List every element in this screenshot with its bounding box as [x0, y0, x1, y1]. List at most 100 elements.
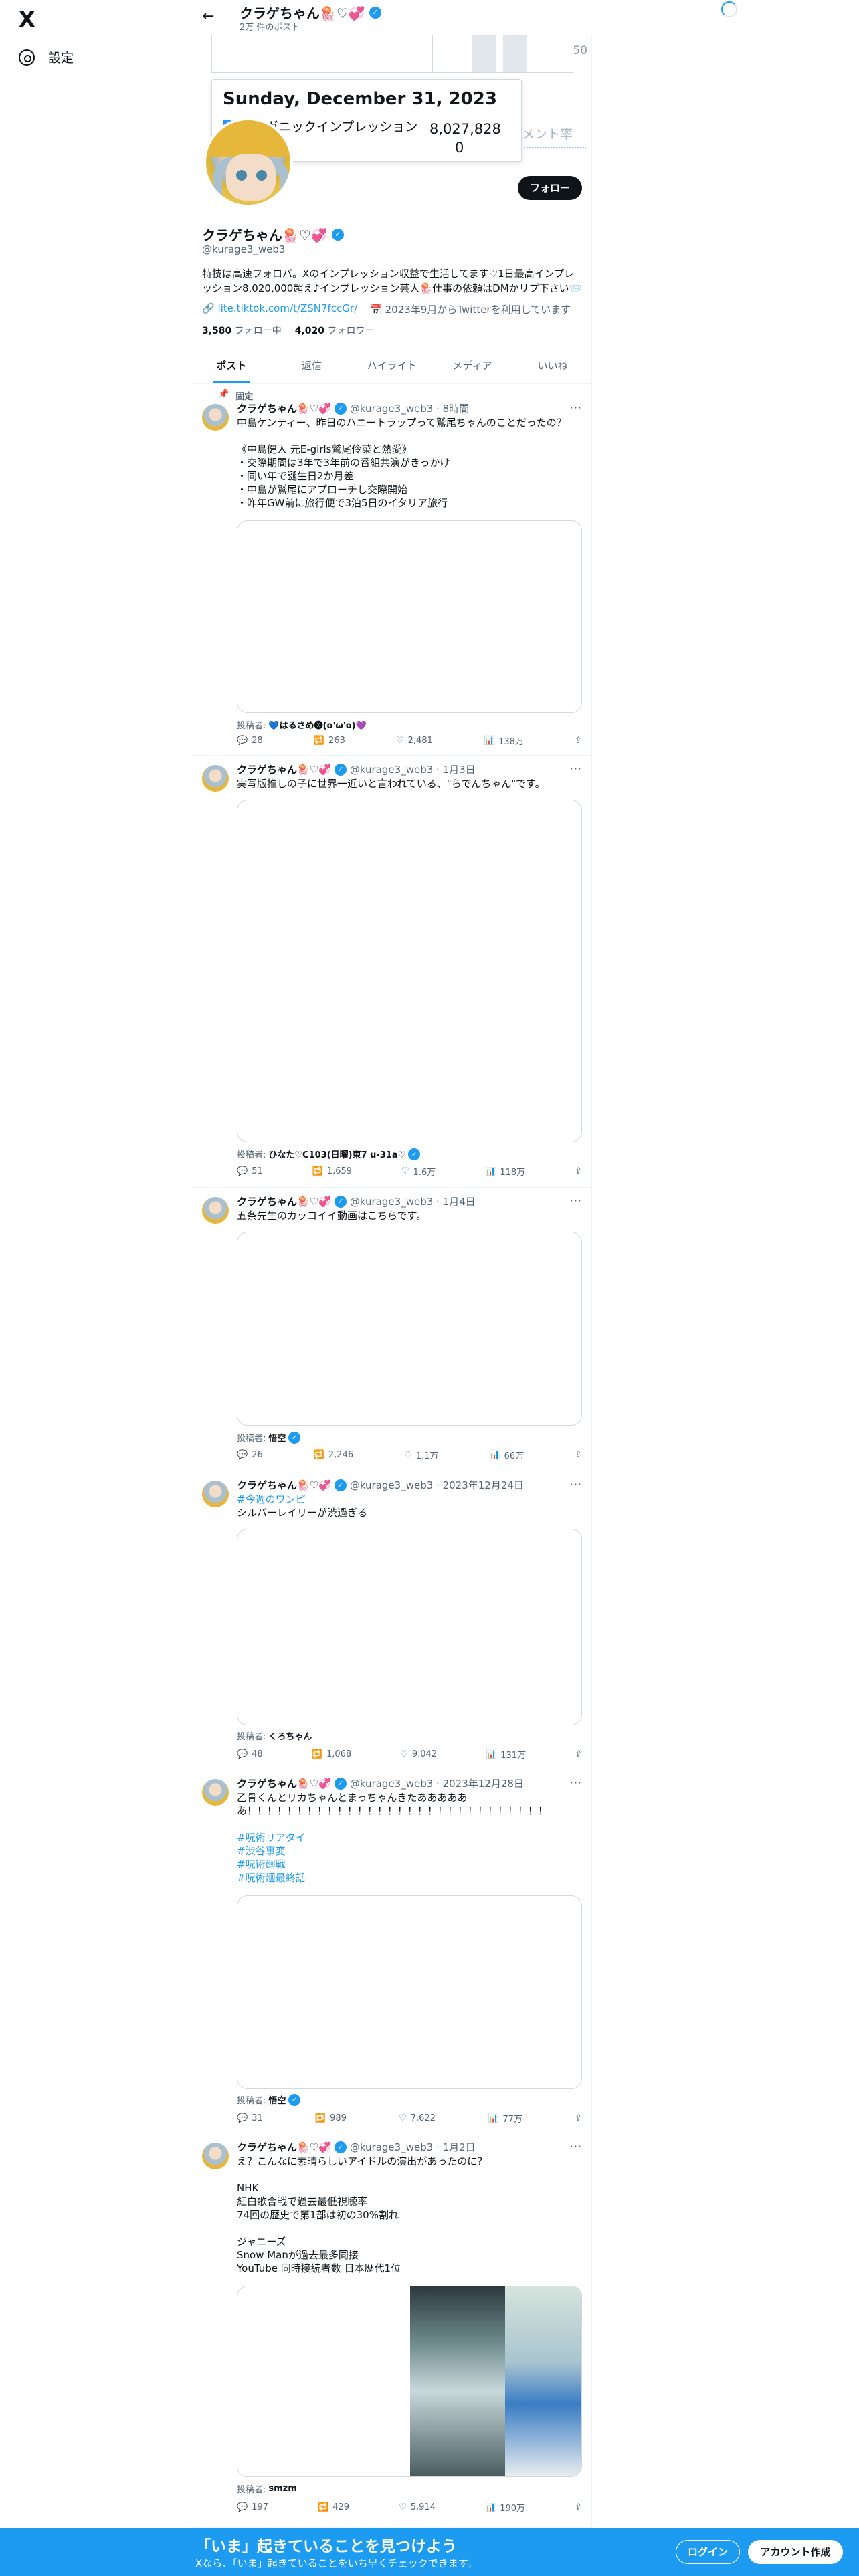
- tweet-avatar[interactable]: [202, 1779, 229, 1806]
- tab-posts[interactable]: ポスト: [191, 348, 272, 383]
- more-icon[interactable]: ···: [570, 1478, 582, 1491]
- follow-button[interactable]: フォロー: [518, 176, 582, 200]
- share-action[interactable]: ⇪: [575, 1448, 582, 1461]
- login-button[interactable]: ログイン: [676, 2540, 740, 2564]
- tweet-hashtag[interactable]: #呪術廻最終話: [237, 1871, 582, 1885]
- share-action[interactable]: ⇪: [575, 2501, 582, 2514]
- tab-likes[interactable]: いいね: [512, 348, 593, 383]
- more-icon[interactable]: ···: [570, 2140, 582, 2153]
- tweet-handle-time[interactable]: @kurage3_web3 · 1月4日: [350, 1194, 476, 1208]
- repost-icon: 🔁: [318, 2502, 329, 2512]
- profile-avatar[interactable]: [203, 118, 293, 207]
- credit-name[interactable]: ひなた♡C103(日曜)東7 u-31a♡: [268, 1148, 405, 1160]
- like-action[interactable]: ♡ 1.6万: [401, 1165, 436, 1178]
- tweet-author-name[interactable]: クラゲちゃん🪼♡💞: [237, 401, 331, 415]
- tab-media[interactable]: メディア: [432, 348, 512, 383]
- following-stat[interactable]: 3,580 フォロー中: [202, 324, 282, 337]
- tweet-author-name[interactable]: クラゲちゃん🪼♡💞: [237, 2140, 331, 2154]
- credit-name[interactable]: 悟空: [268, 1431, 286, 1444]
- verified-badge-icon: ✓: [288, 2093, 301, 2106]
- tweet[interactable]: クラゲちゃん🪼♡💞 ✓ @kurage3_web3 · 2023年12月24日 …: [191, 1471, 593, 1769]
- x-logo-icon[interactable]: X: [19, 8, 41, 31]
- tweet-handle-time[interactable]: @kurage3_web3 · 1月3日: [350, 762, 476, 776]
- tweet-media[interactable]: [237, 2286, 582, 2477]
- share-action[interactable]: ⇪: [575, 1748, 582, 1761]
- tweet-hashtag[interactable]: #渋谷事変: [237, 1844, 582, 1858]
- views-action[interactable]: 📊 118万: [485, 1165, 525, 1178]
- verified-badge-icon: ✓: [369, 6, 381, 19]
- tweet-handle-time[interactable]: @kurage3_web3 · 8時間: [350, 401, 469, 415]
- signup-button[interactable]: アカウント作成: [748, 2540, 843, 2564]
- tweet-hashtag[interactable]: #今週のワンピ: [237, 1493, 582, 1506]
- tweet-avatar[interactable]: [202, 404, 229, 431]
- tweet-avatar[interactable]: [202, 1197, 229, 1224]
- tweet-media[interactable]: [237, 1529, 582, 1725]
- tweet-author-name[interactable]: クラゲちゃん🪼♡💞: [237, 1776, 331, 1790]
- share-action[interactable]: ⇪: [575, 1165, 582, 1178]
- more-icon[interactable]: ···: [570, 401, 582, 414]
- tweet[interactable]: クラゲちゃん🪼♡💞 ✓ @kurage3_web3 · 1月4日 ··· 五条先…: [191, 1188, 593, 1471]
- nav-settings[interactable]: 設定: [19, 48, 74, 66]
- share-action[interactable]: ⇪: [575, 2112, 582, 2125]
- credit-name[interactable]: smzm: [268, 2484, 296, 2494]
- tweet-photo[interactable]: [410, 2286, 505, 2476]
- tweet[interactable]: クラゲちゃん🪼♡💞 ✓ @kurage3_web3 · 1月2日 ··· え？こ…: [191, 2133, 593, 2528]
- tweet-media[interactable]: [237, 520, 582, 713]
- repost-action[interactable]: 🔁 1,068: [312, 1748, 351, 1761]
- tab-replies[interactable]: 返信: [272, 348, 352, 383]
- reply-action[interactable]: 💬 48: [237, 1748, 263, 1761]
- like-action[interactable]: ♡ 2,481: [396, 734, 433, 747]
- main-column: ← クラゲちゃん🪼♡💞 ✓ 2万 件のポスト 50 Sunday, Decemb…: [191, 0, 593, 2576]
- reply-action[interactable]: 💬 197: [237, 2501, 268, 2514]
- followers-stat[interactable]: 4,020 フォロワー: [295, 324, 375, 337]
- tweet-avatar[interactable]: [202, 1481, 229, 1507]
- tweet[interactable]: 📌 固定 クラゲちゃん🪼♡💞 ✓ @kurage3_web3 · 8時間 ···…: [191, 384, 593, 756]
- tweet-avatar[interactable]: [202, 2143, 229, 2169]
- tweet[interactable]: クラゲちゃん🪼♡💞 ✓ @kurage3_web3 · 2023年12月28日 …: [191, 1769, 593, 2133]
- reply-action[interactable]: 💬 31: [237, 2112, 263, 2125]
- views-action[interactable]: 📊 131万: [486, 1748, 526, 1761]
- like-action[interactable]: ♡ 1.1万: [404, 1448, 438, 1461]
- profile-link[interactable]: lite.tiktok.com/t/ZSN7fccGr/: [217, 302, 357, 314]
- tweet-hashtag[interactable]: #呪術廻戦: [237, 1858, 582, 1871]
- more-icon[interactable]: ···: [570, 1776, 582, 1789]
- credit-name[interactable]: 💙はるさめ🅧(o'ω'o)💜: [268, 718, 366, 731]
- views-action[interactable]: 📊 138万: [484, 734, 524, 747]
- tweet-author-name[interactable]: クラゲちゃん🪼♡💞: [237, 762, 331, 776]
- views-action[interactable]: 📊 77万: [488, 2112, 522, 2125]
- tweet-hashtag[interactable]: #呪術リアタイ: [237, 1831, 582, 1844]
- repost-action[interactable]: 🔁 263: [314, 734, 345, 747]
- more-icon[interactable]: ···: [570, 1194, 582, 1207]
- repost-action[interactable]: 🔁 1,659: [312, 1165, 352, 1178]
- repost-action[interactable]: 🔁 429: [318, 2501, 349, 2514]
- tweet[interactable]: クラゲちゃん🪼♡💞 ✓ @kurage3_web3 · 1月3日 ··· 実写版…: [191, 756, 593, 1188]
- views-action[interactable]: 📊 66万: [489, 1448, 524, 1461]
- more-icon[interactable]: ···: [570, 762, 582, 775]
- tweet-avatar[interactable]: [202, 765, 229, 792]
- tweet-author-name[interactable]: クラゲちゃん🪼♡💞: [237, 1194, 331, 1208]
- share-action[interactable]: ⇪: [575, 734, 582, 747]
- like-action[interactable]: ♡ 7,622: [399, 2112, 436, 2125]
- tab-highlights[interactable]: ハイライト: [352, 348, 432, 383]
- reply-action[interactable]: 💬 26: [237, 1448, 263, 1461]
- arrow-left-icon[interactable]: ←: [202, 8, 214, 25]
- repost-action[interactable]: 🔁 989: [315, 2112, 347, 2125]
- credit-name[interactable]: くろちゃん: [268, 1729, 312, 1742]
- tweet-media[interactable]: [237, 1232, 582, 1426]
- like-action[interactable]: ♡ 5,914: [399, 2501, 436, 2514]
- tweet-media[interactable]: [237, 1895, 582, 2089]
- tweet-handle-time[interactable]: @kurage3_web3 · 2023年12月24日: [350, 1478, 524, 1492]
- tweet-author-name[interactable]: クラゲちゃん🪼♡💞: [237, 1478, 331, 1492]
- tweet-photo[interactable]: [505, 2286, 581, 2476]
- tweet-media[interactable]: [237, 800, 582, 1142]
- profile-link-row[interactable]: 🔗 lite.tiktok.com/t/ZSN7fccGr/: [202, 302, 357, 316]
- tweet-handle-time[interactable]: @kurage3_web3 · 2023年12月28日: [350, 1776, 524, 1790]
- repost-action[interactable]: 🔁 2,246: [314, 1448, 353, 1461]
- views-action[interactable]: 📊 190万: [485, 2501, 525, 2514]
- like-action[interactable]: ♡ 9,042: [400, 1748, 437, 1761]
- credit-name[interactable]: 悟空: [268, 2093, 286, 2106]
- reply-action[interactable]: 💬 28: [237, 734, 263, 747]
- tweet-credit: 投稿者: くろちゃん: [237, 1729, 312, 1742]
- tweet-handle-time[interactable]: @kurage3_web3 · 1月2日: [350, 2140, 476, 2154]
- reply-action[interactable]: 💬 51: [237, 1165, 263, 1178]
